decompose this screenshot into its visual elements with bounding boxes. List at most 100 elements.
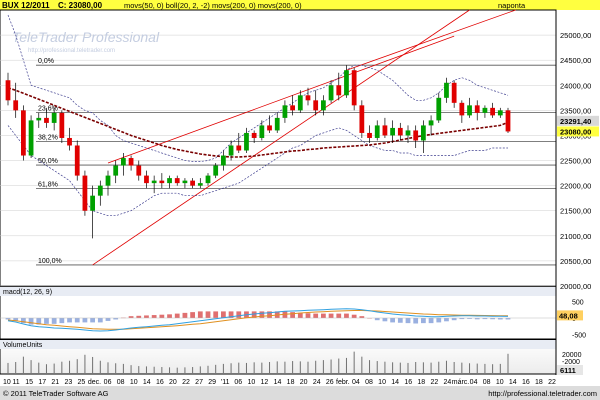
volume-bar (230, 363, 232, 373)
candle-body (182, 180, 188, 184)
macd-histogram-bar (105, 318, 111, 321)
volume-bar (461, 362, 463, 373)
macd-histogram-bar (190, 312, 195, 318)
volume-bar (330, 359, 332, 373)
chart-window: BUX 12/2011 C: 23080,00 movs(50, 0) boll… (0, 0, 600, 400)
candle-body (374, 125, 380, 138)
x-tick-label: 11 (12, 379, 19, 386)
x-tick-label: 06 (234, 379, 242, 386)
macd-histogram-bar (74, 318, 80, 323)
volume-bar (430, 362, 432, 373)
volume-bar (76, 359, 78, 373)
x-tick-label: 14 (391, 379, 399, 386)
candle-body (336, 85, 342, 96)
candle-body (167, 178, 172, 184)
watermark-url: http://professional.teletrader.com (28, 48, 115, 54)
candle-body (497, 110, 503, 116)
candle-body (413, 130, 419, 141)
volume-bar (322, 360, 324, 373)
volume-bar (115, 363, 117, 373)
macd-histogram-bar (213, 311, 219, 318)
candle-body (44, 117, 49, 123)
candle-body (474, 105, 480, 113)
candle-body (113, 165, 119, 176)
x-tick-label: 23 (64, 379, 72, 386)
volume-bar (492, 364, 494, 373)
candle-body (244, 132, 249, 151)
price-tick-label: 22500,00 (560, 157, 591, 166)
candle-body (274, 117, 280, 131)
volume-bar (253, 362, 255, 373)
chart-canvas: BUX 12/2011 C: 23080,00 movs(50, 0) boll… (0, 0, 600, 400)
x-tick-label: 06 (104, 379, 112, 386)
x-tick-label: 26 (326, 379, 334, 386)
macd-value-tag: 48,08 (559, 311, 578, 320)
last-price-tag: 23291,40 (560, 117, 591, 126)
candle-body (382, 125, 388, 136)
x-tick-label: 20 (169, 379, 177, 386)
volume-bar (222, 363, 224, 373)
x-tick-label: 21 (51, 379, 59, 386)
macd-header (0, 287, 556, 296)
candle-body (290, 105, 295, 111)
volume-bar (392, 362, 394, 373)
copyright: © 2011 TeleTrader Software AG (3, 389, 109, 398)
candle-body (128, 158, 134, 166)
macd-histogram-bar (413, 318, 419, 324)
candle-body (221, 155, 226, 166)
volume-bar (30, 360, 32, 373)
fib-label: 61,8% (38, 182, 58, 189)
watermark-brand: TeleTrader Professional (12, 29, 160, 45)
volume-bar (99, 360, 101, 373)
candle-body (213, 165, 219, 176)
candle-body (36, 117, 42, 121)
footer-url[interactable]: http://professional.teletrader.com (488, 389, 597, 398)
candle-body (451, 82, 457, 103)
volume-bar (245, 362, 247, 373)
macd-histogram-bar (451, 318, 457, 321)
candle-body (13, 100, 19, 111)
x-tick-label: dec. (88, 379, 101, 386)
volume-bar (415, 362, 417, 373)
candle-body (397, 127, 403, 136)
macd-histogram-bar (236, 311, 242, 318)
macd-histogram-bar (421, 318, 426, 324)
volume-bar (507, 353, 509, 373)
volume-bar (276, 361, 278, 373)
macd-histogram-bar (351, 314, 357, 318)
fib-label: 38,2% (38, 134, 58, 141)
candle-body (305, 95, 311, 101)
volume-bar (438, 361, 440, 373)
candle-body (251, 132, 257, 138)
x-tick-label: 20 (300, 379, 308, 386)
x-tick-label: 24 (444, 379, 452, 386)
macd-histogram-bar (136, 315, 142, 318)
x-tick-label: 22 (430, 379, 438, 386)
x-tick-label: 15 (25, 379, 33, 386)
x-tick-label: 04 (470, 379, 478, 386)
candle-body (505, 110, 511, 132)
x-tick-label: 10 (130, 379, 138, 386)
macd-histogram-bar (151, 315, 157, 318)
candle-body (190, 180, 195, 186)
volume-bar (299, 361, 301, 373)
x-tick-label: 08 (365, 379, 373, 386)
macd-histogram-bar (336, 313, 342, 318)
macd-histogram-bar (59, 318, 65, 324)
candle-body (390, 127, 395, 136)
macd-histogram-bar (259, 311, 265, 318)
close-price-tag: 23080,00 (560, 127, 591, 136)
candle-body (28, 120, 34, 156)
macd-histogram-bar (405, 318, 411, 324)
period-label[interactable]: naponta (498, 1, 526, 10)
indicators-label: movs(50, 0) boll(20, 2, -2) movs(200, 0)… (124, 1, 302, 10)
candle-body (59, 112, 65, 138)
candle-body (74, 145, 80, 176)
candle-body (428, 120, 434, 126)
candle-body (159, 180, 165, 184)
volume-bar (469, 363, 471, 373)
volume-bar (307, 361, 309, 373)
volume-bar (484, 363, 486, 373)
price-tick-label: 24000,00 (560, 81, 591, 90)
macd-histogram-bar (51, 318, 57, 324)
